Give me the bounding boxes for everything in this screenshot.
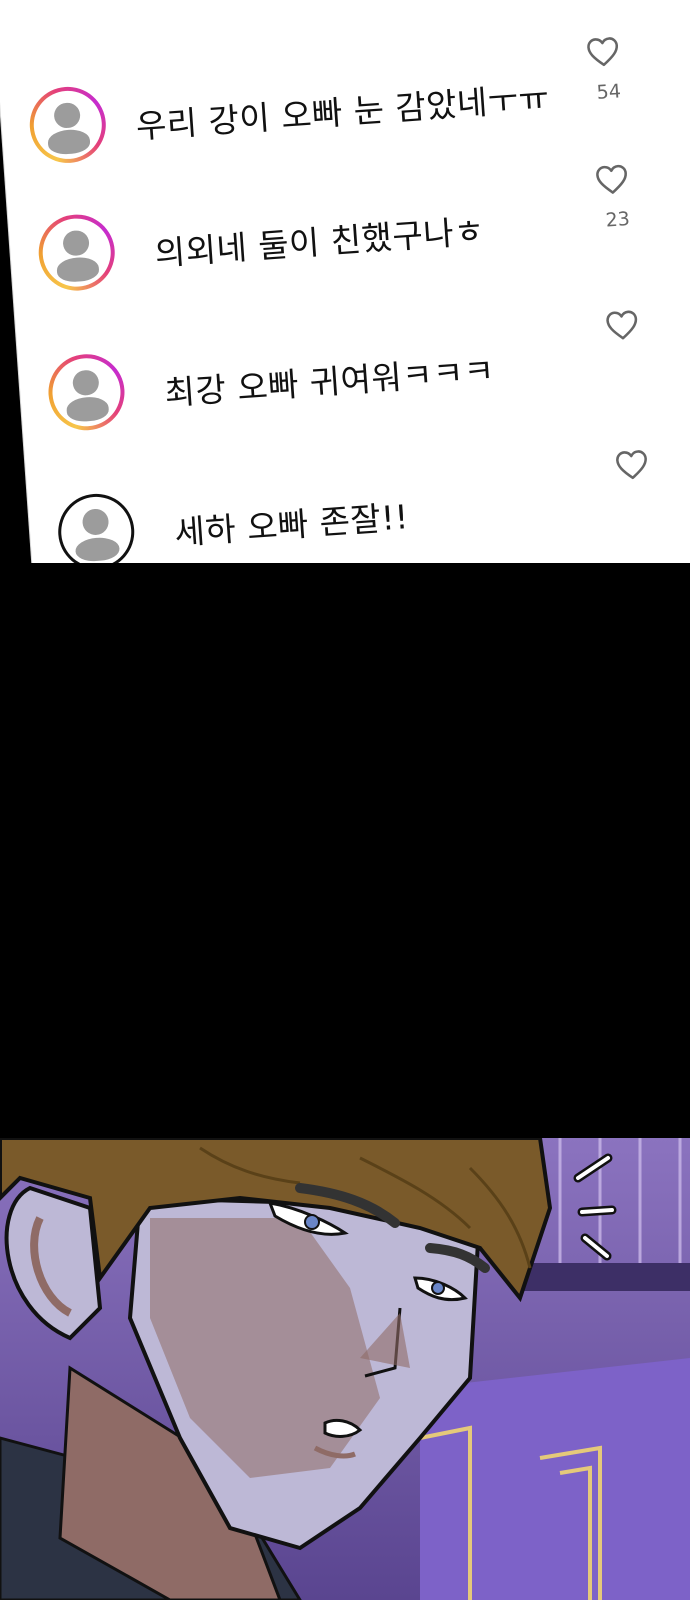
background-balcony	[520, 1263, 690, 1291]
like-count: 23	[604, 207, 631, 232]
comments-panel: 댓글 우리 강이 오빠 눈 감았네ㅜㅠ 54 의외네 둘이 친했구나ㅎ	[0, 0, 690, 563]
comments-sheet: 댓글 우리 강이 오빠 눈 감았네ㅜㅠ 54 의외네 둘이 친했구나ㅎ	[0, 0, 690, 563]
background-wall	[420, 1358, 690, 1600]
comment-text: 세하 오빠 존잘!!	[173, 497, 410, 553]
heart-outline-icon[interactable]	[594, 162, 630, 196]
user-avatar-icon[interactable]	[27, 84, 109, 166]
like-count: 54	[595, 80, 622, 104]
webtoon-page: 댓글 우리 강이 오빠 눈 감았네ㅜㅠ 54 의외네 둘이 친했구나ㅎ	[0, 0, 690, 1600]
heart-outline-icon[interactable]	[604, 308, 640, 342]
like-count	[607, 347, 647, 350]
comment-item: 세하 오빠 존잘!!	[55, 447, 690, 563]
comments-sheet-title: 댓글	[336, 0, 395, 6]
iris-right	[431, 1281, 445, 1295]
heart-outline-icon[interactable]	[614, 447, 650, 481]
iris-left	[304, 1214, 320, 1230]
comment-item: 우리 강이 오빠 눈 감았네ㅜㅠ 54	[27, 37, 690, 199]
comment-text: 최강 오빠 귀여워ㅋㅋㅋ	[163, 350, 496, 413]
user-avatar-icon[interactable]	[36, 212, 118, 294]
heart-outline-icon[interactable]	[585, 34, 621, 68]
character-illustration-panel	[0, 1138, 690, 1600]
comment-text: 의외네 둘이 친했구나ㅎ	[153, 211, 487, 274]
user-avatar-icon[interactable]	[55, 491, 137, 563]
comment-item: 의외네 둘이 친했구나ㅎ 23	[36, 164, 690, 327]
comment-text: 우리 강이 오빠 눈 감았네ㅜㅠ	[134, 78, 551, 147]
comment-item: 최강 오빠 귀여워ㅋㅋㅋ	[45, 308, 690, 467]
user-avatar-icon[interactable]	[45, 351, 128, 433]
like-count	[617, 487, 657, 490]
character-illustration	[0, 1138, 690, 1600]
